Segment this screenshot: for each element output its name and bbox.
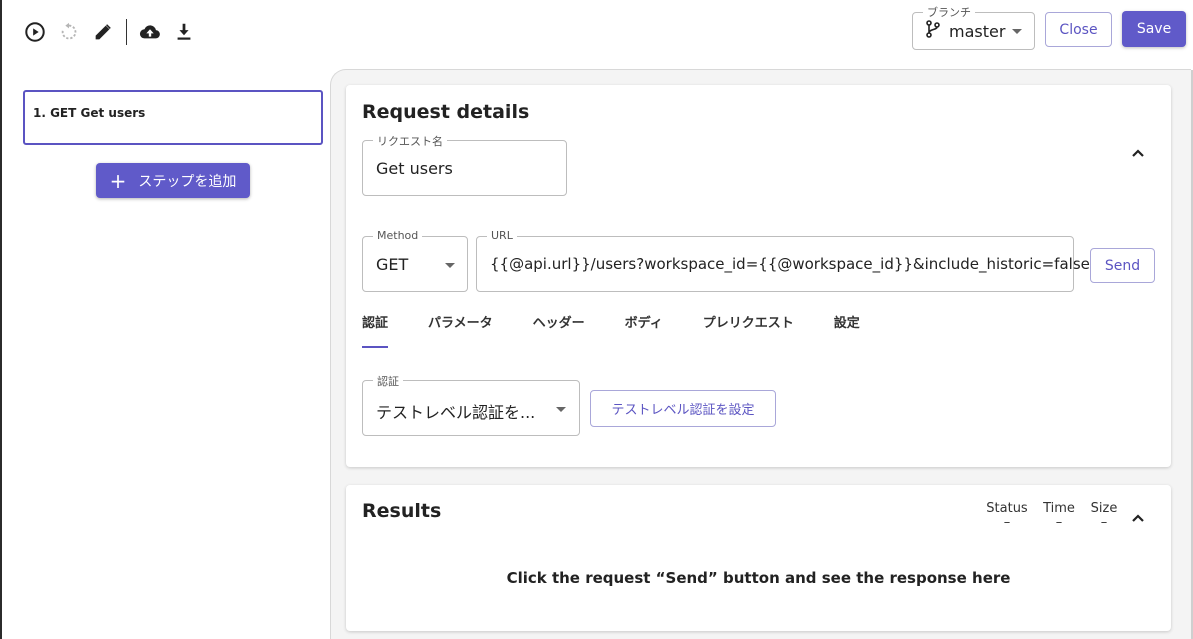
plus-icon: + [109, 168, 127, 193]
close-button[interactable]: Close [1045, 12, 1112, 47]
play-icon[interactable] [22, 19, 48, 45]
time-value: – [1055, 515, 1063, 530]
chevron-down-icon [445, 263, 455, 268]
window-left-border [0, 0, 2, 639]
size-label: Size [1090, 501, 1118, 516]
upload-cloud-icon[interactable] [137, 19, 163, 45]
tab-auth[interactable]: 認証 [362, 314, 389, 348]
method-value: GET [376, 255, 409, 274]
url-value: {{@api.url}}/users?workspace_id={{@works… [490, 255, 1090, 273]
status-stat: Status – [985, 501, 1029, 530]
method-legend: Method [373, 229, 423, 242]
auth-value: テストレベル認証を... [376, 403, 536, 422]
tab-body[interactable]: ボディ [625, 314, 663, 348]
tab-settings[interactable]: 設定 [834, 314, 860, 348]
auth-legend: 認証 [373, 373, 403, 389]
chevron-down-icon [1012, 29, 1022, 34]
tab-headers[interactable]: ヘッダー [533, 314, 585, 348]
request-tabs: 認証 パラメータ ヘッダー ボディ プレリクエスト 設定 [362, 314, 900, 348]
url-legend: URL [487, 229, 517, 242]
collapse-results-icon[interactable] [1130, 510, 1146, 526]
url-field[interactable]: URL {{@api.url}}/users?workspace_id={{@w… [476, 229, 1090, 292]
status-label: Status [986, 501, 1028, 516]
add-step-button[interactable]: + ステップを追加 [96, 163, 250, 198]
set-test-level-auth-button[interactable]: テストレベル認証を設定 [590, 390, 776, 427]
results-empty-message: Click the request “Send” button and see … [506, 569, 1011, 587]
request-details-title: Request details [362, 101, 530, 123]
collapse-request-icon[interactable] [1130, 145, 1146, 161]
results-title: Results [362, 500, 442, 522]
branch-legend: ブランチ [923, 4, 975, 20]
tab-params[interactable]: パラメータ [428, 314, 493, 348]
reset-icon[interactable] [56, 19, 82, 45]
add-step-label: ステップを追加 [138, 173, 237, 190]
send-button[interactable]: Send [1090, 248, 1155, 283]
branch-select[interactable]: ブランチ master [912, 4, 1035, 50]
toolbar [22, 18, 205, 46]
time-label: Time [1043, 501, 1075, 516]
method-select[interactable]: Method GET [362, 229, 468, 292]
request-name-field[interactable]: リクエスト名 Get users [362, 133, 567, 196]
branch-value: master [949, 21, 1006, 41]
chevron-down-icon [556, 407, 566, 412]
save-button[interactable]: Save [1122, 11, 1186, 47]
status-value: – [1003, 515, 1011, 530]
size-stat: Size – [1089, 501, 1119, 530]
auth-select[interactable]: 認証 テストレベル認証を... [362, 373, 580, 436]
edit-icon[interactable] [90, 19, 116, 45]
git-branch-icon [925, 20, 941, 42]
time-stat: Time – [1041, 501, 1077, 530]
tab-pre-request[interactable]: プレリクエスト [703, 314, 794, 348]
toolbar-divider [126, 19, 127, 45]
size-value: – [1100, 515, 1108, 530]
request-name-value: Get users [376, 159, 453, 178]
step-list-item[interactable]: 1. GET Get users [23, 90, 323, 145]
request-name-legend: リクエスト名 [373, 133, 447, 149]
download-icon[interactable] [171, 19, 197, 45]
